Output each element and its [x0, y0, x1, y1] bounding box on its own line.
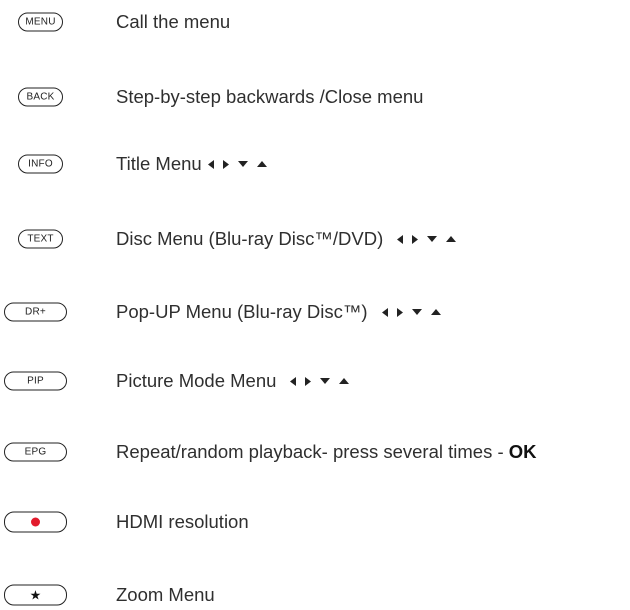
arrow-left-icon [290, 376, 297, 386]
record-dot-icon [31, 517, 40, 527]
dr-plus-button: DR+ [4, 302, 67, 322]
star-button: ★ [4, 584, 67, 606]
arrow-right-icon [396, 307, 403, 317]
legend-text: Step-by-step backwards /Close menu [116, 86, 424, 107]
arrow-down-icon [320, 378, 331, 384]
legend-row-menu: MENU Call the menu [0, 7, 630, 37]
legend-row-text: TEXT Disc Menu (Blu-ray Disc™/DVD) [0, 224, 630, 254]
arrow-left-icon [381, 307, 388, 317]
arrow-down-icon [411, 309, 422, 315]
epg-button: EPG [4, 442, 67, 462]
legend-row-pip: PIP Picture Mode Menu [0, 366, 630, 396]
navigation-arrows [381, 307, 441, 317]
pip-button: PIP [4, 371, 67, 391]
info-button: INFO [18, 154, 63, 174]
legend-row-record: HDMI resolution [0, 507, 630, 537]
navigation-arrows [207, 159, 267, 169]
legend-text: Pop-UP Menu (Blu-ray Disc™) [116, 301, 441, 323]
star-icon: ★ [29, 587, 42, 603]
legend-text: Call the menu [116, 11, 231, 32]
arrow-down-icon [237, 161, 248, 167]
legend-row-epg: EPG Repeat/random playback- press severa… [0, 437, 630, 467]
legend-row-back: BACK Step-by-step backwards /Close menu [0, 82, 630, 112]
arrow-right-icon [222, 159, 229, 169]
navigation-arrows [290, 376, 350, 386]
legend-row-info: INFO Title Menu [0, 149, 630, 179]
arrow-up-icon [339, 378, 350, 384]
ok-label: OK [508, 441, 537, 462]
legend-text: Repeat/random playback- press several ti… [116, 441, 537, 462]
navigation-arrows [397, 234, 457, 244]
menu-button: MENU [18, 12, 63, 32]
arrow-left-icon [397, 234, 404, 244]
legend-text: Disc Menu (Blu-ray Disc™/DVD) [116, 228, 457, 250]
legend-row-dr-plus: DR+ Pop-UP Menu (Blu-ray Disc™) [0, 297, 630, 327]
legend-text: HDMI resolution [116, 511, 249, 532]
legend-text: Picture Mode Menu [116, 370, 350, 392]
arrow-down-icon [427, 236, 438, 242]
text-button: TEXT [18, 229, 63, 249]
arrow-right-icon [305, 376, 312, 386]
legend-text: Zoom Menu [116, 584, 215, 605]
arrow-right-icon [412, 234, 419, 244]
back-button: BACK [18, 87, 63, 107]
arrow-up-icon [256, 161, 267, 167]
arrow-up-icon [446, 236, 457, 242]
arrow-up-icon [430, 309, 441, 315]
arrow-left-icon [207, 159, 214, 169]
legend-text: Title Menu [116, 153, 267, 175]
record-button [4, 511, 67, 533]
legend-row-star: ★ Zoom Menu [0, 580, 630, 610]
